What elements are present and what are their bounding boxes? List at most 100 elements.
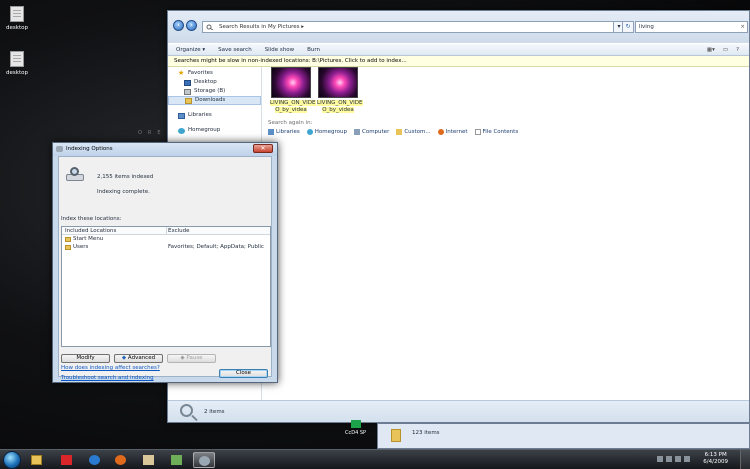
folder-icon (65, 244, 71, 250)
app-icon (61, 455, 72, 465)
folder-icon (31, 455, 42, 465)
nav-desktop[interactable]: Desktop (168, 78, 261, 87)
slide-show-button[interactable]: Slide show (265, 47, 294, 53)
how-indexing-affects-link[interactable]: How does indexing affect searches? (61, 365, 160, 371)
nav-favorites[interactable]: ★ Favorites (168, 69, 261, 78)
shield-icon: ◆ (121, 355, 127, 361)
indexing-options-dialog: Indexing Options ✕ 2,155 items indexed I… (52, 142, 278, 383)
folder-icon (185, 97, 192, 104)
nav-homegroup[interactable]: Homegroup (168, 126, 261, 135)
star-icon: ★ (178, 69, 185, 77)
organize-button[interactable]: Organize ▾ (176, 47, 205, 53)
search-value: living (639, 24, 654, 30)
locations-table[interactable]: Included Locations Exclude Start Menu Us… (61, 226, 271, 347)
nav-label: Favorites (188, 70, 213, 76)
file-name: LIVING_ON_VIDE O_by_videa (270, 100, 316, 113)
details-pane: 2 items (168, 400, 749, 422)
forward-button[interactable]: › (186, 20, 197, 31)
help-icon[interactable]: ? (736, 47, 739, 53)
column-header-exclude: Exclude (168, 228, 190, 234)
save-search-button[interactable]: Save search (218, 47, 252, 53)
taskbar-media[interactable] (138, 452, 160, 468)
close-button[interactable]: Close (219, 369, 268, 378)
search-icon (180, 404, 193, 417)
tray-icon[interactable] (666, 456, 672, 462)
homegroup-icon (178, 127, 185, 134)
close-icon[interactable]: ✕ (253, 144, 273, 153)
shield-icon: ◆ (180, 355, 185, 361)
search-in-custom[interactable]: Custom... (396, 129, 431, 135)
document-icon (474, 129, 481, 135)
back-button[interactable]: ‹ (173, 20, 184, 31)
nav-label: Libraries (188, 112, 212, 118)
burn-button[interactable]: Burn (307, 47, 320, 53)
file-item[interactable]: LIVING_ON_VIDE O_by_videa (270, 67, 316, 113)
address-bar[interactable]: Search Results in My Pictures ▸ (202, 21, 618, 33)
taskbar-indexing[interactable] (193, 452, 215, 468)
homegroup-icon (306, 129, 313, 135)
desktop-icon (184, 79, 191, 86)
folder-icon (396, 129, 403, 135)
desktop-icon-2[interactable]: desktop (4, 51, 30, 76)
system-tray (657, 456, 690, 462)
clear-search-icon[interactable]: × (740, 22, 745, 32)
advanced-button[interactable]: ◆ Advanced (114, 354, 163, 363)
preview-pane-icon[interactable]: ▭ (723, 47, 728, 53)
exclude-value: Favorites; Default; AppData; Public (168, 244, 264, 250)
taskbar-explorer[interactable] (26, 452, 48, 468)
advanced-label: Advanced (127, 355, 156, 361)
tray-icon[interactable] (657, 456, 663, 462)
desktop-app-icon[interactable]: CcD4 SP (345, 420, 366, 436)
taskbar: 6:13 PM 6/4/2009 (0, 449, 750, 469)
search-in-computer[interactable]: Computer (353, 129, 389, 135)
network-icon (171, 455, 182, 465)
file-icon (10, 51, 24, 67)
clock-date: 6/4/2009 (703, 459, 728, 465)
troubleshoot-link[interactable]: Troubleshoot search and indexing (61, 375, 154, 381)
libraries-icon (268, 129, 274, 135)
dialog-title: Indexing Options (66, 146, 113, 152)
dialog-title-bar[interactable]: Indexing Options ✕ (53, 143, 277, 156)
indexing-icon (56, 146, 63, 152)
volume-icon[interactable] (684, 456, 690, 462)
desktop-icon-label: desktop (6, 25, 28, 31)
nav-libraries[interactable]: Libraries (168, 111, 261, 120)
explorer-window-2: 123 items (377, 423, 750, 449)
network-icon[interactable] (675, 456, 681, 462)
search-results-icon (206, 24, 214, 30)
search-in-internet[interactable]: Internet (437, 129, 468, 135)
item-count: 2 items (204, 409, 225, 415)
view-options-icon[interactable]: ▦▾ (707, 47, 715, 53)
nav-label: Storage (B) (194, 88, 226, 94)
nav-label: Downloads (195, 97, 226, 103)
taskbar-ie[interactable] (84, 452, 106, 468)
start-button[interactable] (3, 451, 21, 469)
taskbar-firefox[interactable] (110, 452, 132, 468)
image-thumbnail (318, 67, 358, 98)
refresh-button[interactable]: ↻ (622, 21, 634, 33)
file-item[interactable]: LIVING_ON_VIDE O_by_videa (317, 67, 363, 113)
clock[interactable]: 6:13 PM 6/4/2009 (703, 452, 728, 466)
show-desktop-button[interactable] (740, 450, 750, 469)
pause-button[interactable]: ◆ Pause (167, 354, 216, 363)
search-in-file-contents[interactable]: File Contents (474, 129, 518, 135)
table-row[interactable]: Users Favorites; Default; AppData; Publi… (62, 243, 270, 251)
indexing-magnifier-icon (65, 167, 85, 183)
modify-button[interactable]: Modify (61, 354, 110, 363)
libraries-icon (178, 112, 185, 119)
dialog-body: 2,155 items indexed Indexing complete. I… (58, 156, 272, 381)
search-input[interactable]: living × (635, 21, 748, 33)
search-in-libraries[interactable]: Libraries (268, 129, 300, 135)
search-in-homegroup[interactable]: Homegroup (306, 129, 347, 135)
nav-storage[interactable]: Storage (B) (168, 87, 261, 96)
taskbar-network[interactable] (166, 452, 188, 468)
desktop-icon-1[interactable]: desktop (4, 6, 30, 31)
table-row[interactable]: Start Menu (62, 235, 270, 243)
pause-label: Pause (186, 355, 203, 361)
nav-downloads[interactable]: Downloads (168, 96, 261, 105)
taskbar-app-red[interactable] (56, 452, 78, 468)
nav-label: Desktop (194, 79, 217, 85)
info-bar[interactable]: Searches might be slow in non-indexed lo… (168, 56, 749, 67)
column-header-included: Included Locations (65, 228, 117, 234)
image-thumbnail (271, 67, 311, 98)
